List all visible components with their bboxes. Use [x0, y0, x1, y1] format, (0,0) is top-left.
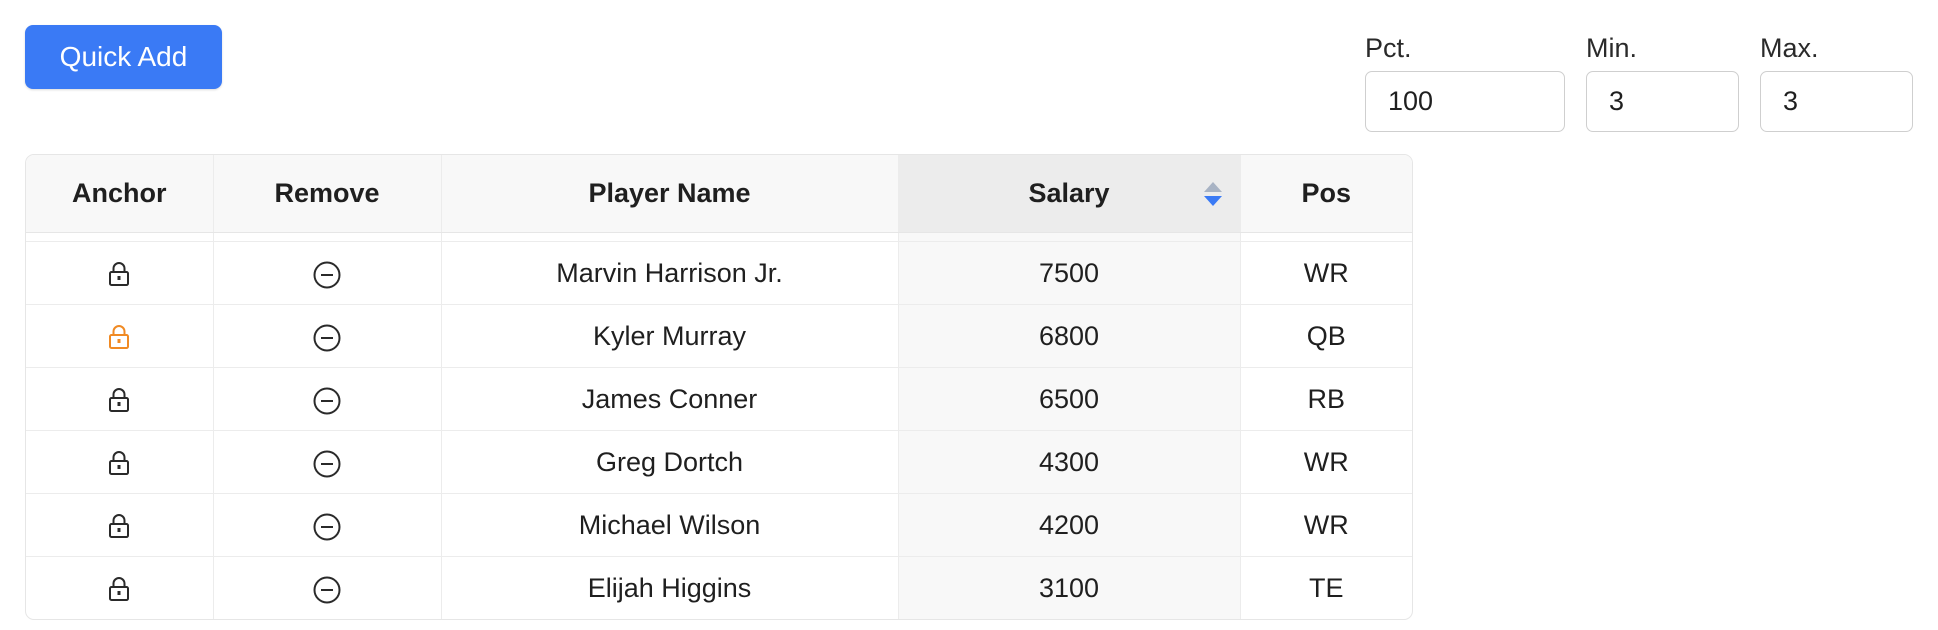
min-input[interactable]: [1586, 71, 1739, 132]
table-row[interactable]: Michael Wilson 4200 WR: [26, 493, 1412, 557]
table-row[interactable]: Greg Dortch 4300 WR: [26, 430, 1412, 494]
sort-icon[interactable]: [1203, 182, 1222, 208]
anchor-cell: [26, 493, 214, 557]
min-field: Min.: [1586, 30, 1739, 132]
lock-icon[interactable]: [108, 576, 130, 602]
pos-cell: RB: [1240, 367, 1412, 431]
column-header-pos[interactable]: Pos: [1240, 155, 1412, 233]
minus-circle-icon[interactable]: [312, 260, 342, 290]
player-name-cell: Kyler Murray: [441, 304, 899, 368]
salary-cell: 4200: [898, 493, 1241, 557]
column-header-salary[interactable]: Salary: [898, 155, 1241, 233]
player-name-cell: Greg Dortch: [441, 430, 899, 494]
player-name-cell: Marvin Harrison Jr.: [441, 241, 899, 305]
max-field: Max.: [1760, 30, 1913, 132]
quick-add-button[interactable]: Quick Add: [25, 25, 222, 89]
column-header-player-name[interactable]: Player Name: [441, 155, 899, 233]
column-header-anchor[interactable]: Anchor: [26, 155, 214, 233]
salary-cell: 6800: [898, 304, 1241, 368]
minus-circle-icon[interactable]: [312, 512, 342, 542]
anchor-cell: [26, 556, 214, 619]
remove-cell: [213, 304, 442, 368]
table-row[interactable]: Marvin Harrison Jr. 7500 WR: [26, 241, 1412, 305]
remove-cell: [213, 556, 442, 619]
sort-up-arrow-icon: [1203, 182, 1222, 192]
pos-cell: WR: [1240, 241, 1412, 305]
lock-icon[interactable]: [108, 513, 130, 539]
table-row[interactable]: Kyler Murray 6800 QB: [26, 304, 1412, 368]
anchor-cell: [26, 304, 214, 368]
salary-cell: 7500: [898, 241, 1241, 305]
player-name-cell: Michael Wilson: [441, 493, 899, 557]
pct-input[interactable]: [1365, 71, 1565, 132]
remove-cell: [213, 430, 442, 494]
salary-cell: 4300: [898, 430, 1241, 494]
player-table: Anchor Remove Player Name Salary Pos Mar…: [25, 154, 1413, 620]
anchor-cell: [26, 430, 214, 494]
max-label: Max.: [1760, 33, 1819, 63]
minus-circle-icon[interactable]: [312, 449, 342, 479]
salary-header-label: Salary: [1028, 178, 1110, 208]
pos-cell: QB: [1240, 304, 1412, 368]
lock-icon[interactable]: [108, 450, 130, 476]
column-header-remove[interactable]: Remove: [213, 155, 442, 233]
sort-down-arrow-icon: [1203, 196, 1222, 206]
salary-cell: 6500: [898, 367, 1241, 431]
pos-cell: WR: [1240, 430, 1412, 494]
minus-circle-icon[interactable]: [312, 323, 342, 353]
min-label: Min.: [1586, 33, 1638, 63]
player-name-cell: Elijah Higgins: [441, 556, 899, 619]
pos-cell: WR: [1240, 493, 1412, 557]
remove-cell: [213, 241, 442, 305]
remove-cell: [213, 493, 442, 557]
lock-icon[interactable]: [108, 324, 130, 350]
pct-field: Pct.: [1365, 30, 1565, 132]
anchor-cell: [26, 367, 214, 431]
table-header-row: Anchor Remove Player Name Salary Pos: [26, 155, 1412, 233]
max-input[interactable]: [1760, 71, 1913, 132]
pos-cell: TE: [1308, 572, 1344, 603]
salary-cell: 3100: [898, 556, 1241, 619]
player-name-cell: James Conner: [441, 367, 899, 431]
pct-label: Pct.: [1365, 33, 1412, 63]
table-row[interactable]: Elijah Higgins 3100 TE: [26, 556, 1412, 619]
minus-circle-icon[interactable]: [312, 575, 342, 605]
remove-cell: [213, 367, 442, 431]
table-row[interactable]: James Conner 6500 RB: [26, 367, 1412, 431]
anchor-cell: [26, 241, 214, 305]
lock-icon[interactable]: [108, 261, 130, 287]
table-spacer-row: [26, 232, 1412, 242]
lock-icon[interactable]: [108, 387, 130, 413]
minus-circle-icon[interactable]: [312, 386, 342, 416]
